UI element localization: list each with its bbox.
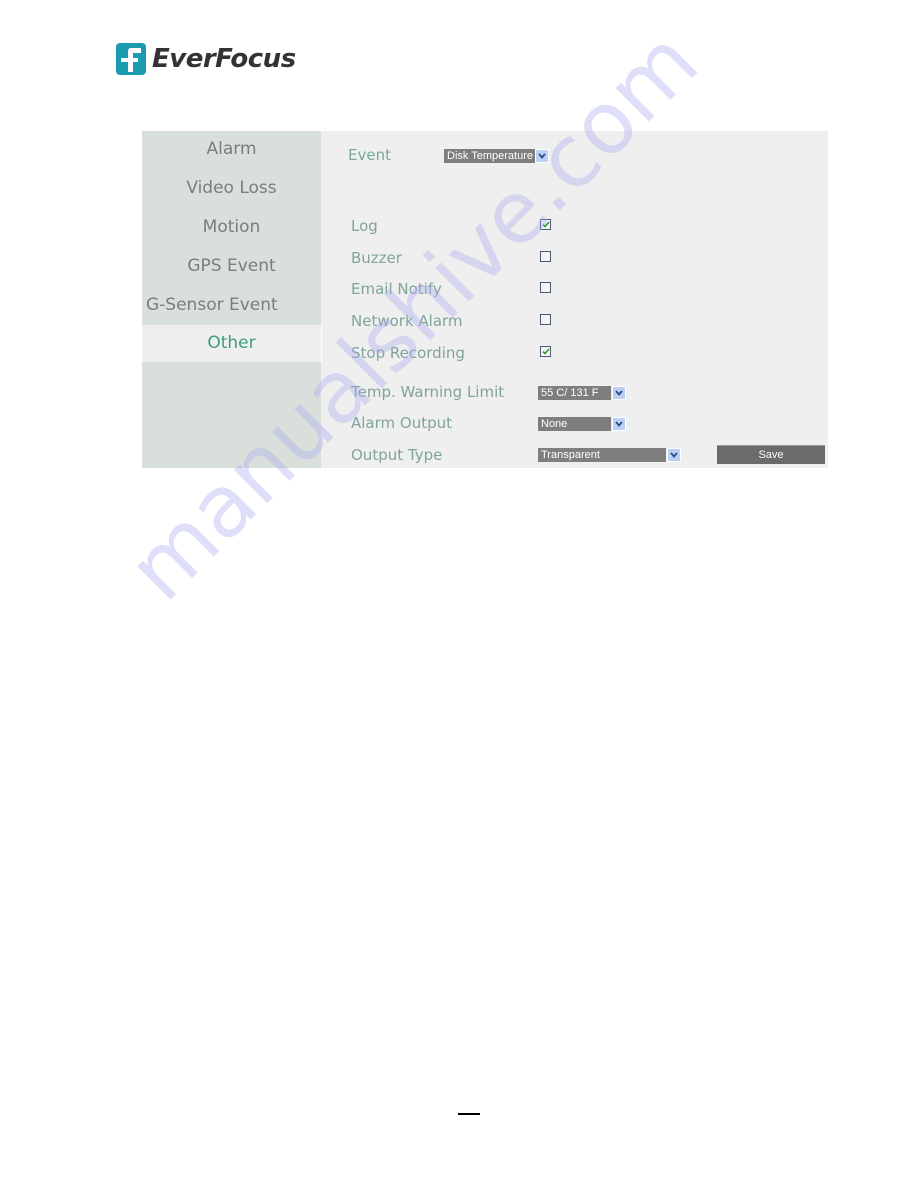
buzzer-checkbox[interactable]	[540, 251, 551, 262]
temp-warning-limit-label: Temp. Warning Limit	[351, 383, 505, 401]
page-number-underline	[458, 1113, 480, 1115]
network-alarm-checkbox[interactable]	[540, 314, 551, 325]
temp-warning-limit-arrow[interactable]	[612, 386, 626, 400]
sidebar-item-video-loss[interactable]: Video Loss	[142, 170, 321, 207]
sidebar-item-label: Motion	[202, 217, 261, 237]
chevron-down-icon	[538, 153, 546, 159]
event-settings-panel: Alarm Video Loss Motion GPS Event G-Sens…	[142, 131, 828, 468]
email-notify-label: Email Notify	[351, 280, 442, 298]
alarm-output-arrow[interactable]	[612, 417, 626, 431]
event-sidebar: Alarm Video Loss Motion GPS Event G-Sens…	[142, 131, 322, 468]
everfocus-f-logo-icon	[116, 43, 146, 75]
stop-recording-checkbox[interactable]	[540, 346, 551, 357]
everfocus-logo: EverFocus	[116, 42, 296, 76]
event-select[interactable]: Disk Temperature	[444, 149, 535, 163]
chevron-down-icon	[670, 452, 678, 458]
output-type-select[interactable]: Transparent	[538, 448, 666, 462]
sidebar-item-other[interactable]: Other	[142, 325, 322, 362]
brand-name: EverFocus	[152, 44, 296, 74]
network-alarm-label: Network Alarm	[351, 312, 463, 330]
checkmark-icon	[541, 221, 550, 228]
sidebar-item-label: G-Sensor Event	[146, 295, 278, 315]
sidebar-item-alarm[interactable]: Alarm	[142, 131, 321, 168]
email-notify-checkbox[interactable]	[540, 282, 551, 293]
sidebar-item-g-sensor-event[interactable]: G-Sensor Event	[142, 287, 321, 324]
buzzer-label: Buzzer	[351, 249, 402, 267]
log-checkbox[interactable]	[540, 219, 551, 230]
checkmark-icon	[541, 348, 550, 355]
temp-warning-limit-select[interactable]: 55 C/ 131 F	[538, 386, 611, 400]
event-label: Event	[348, 146, 391, 164]
alarm-output-label: Alarm Output	[351, 414, 453, 432]
sidebar-item-label: Video Loss	[186, 178, 277, 198]
sidebar-item-motion[interactable]: Motion	[142, 209, 321, 246]
sidebar-item-label: GPS Event	[187, 256, 276, 276]
chevron-down-icon	[615, 390, 623, 396]
alarm-output-select[interactable]: None	[538, 417, 611, 431]
output-type-arrow[interactable]	[667, 448, 681, 462]
chevron-down-icon	[615, 421, 623, 427]
sidebar-item-label: Alarm	[206, 139, 257, 159]
sidebar-item-gps-event[interactable]: GPS Event	[142, 248, 321, 285]
save-button[interactable]: Save	[717, 445, 825, 464]
output-type-label: Output Type	[351, 446, 443, 464]
sidebar-item-label: Other	[207, 333, 256, 353]
event-select-arrow[interactable]	[535, 149, 549, 163]
log-label: Log	[351, 217, 378, 235]
stop-recording-label: Stop Recording	[351, 344, 465, 362]
